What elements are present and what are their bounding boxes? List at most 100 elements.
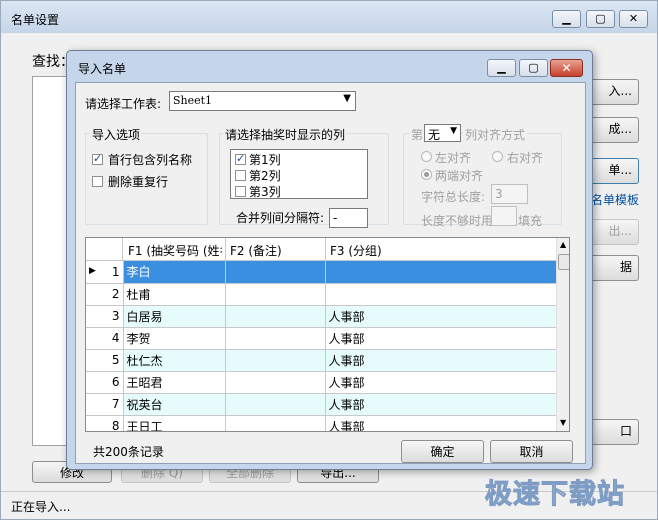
header-checkbox[interactable]	[92, 152, 103, 165]
note-cell[interactable]	[225, 393, 326, 416]
ok-button-label: 确定	[430, 445, 455, 459]
separator-label: 合并列间分隔符:	[236, 211, 325, 225]
import-button-label: 入...	[608, 84, 632, 98]
align-column-select[interactable]: 无 ▼	[424, 124, 461, 142]
group-cell[interactable]: 人事部	[325, 415, 557, 431]
grid-body: 1 ▶ 李白 2 杜甫 3 白居易 人事部 4 李贺 人事部 5 杜仁杰 人事部 6 王昭君 人事部 7 祝英台 人事…	[86, 261, 557, 431]
minimize-button[interactable]: ▁	[552, 10, 581, 28]
pad-char-input[interactable]	[491, 206, 517, 226]
name-cell[interactable]: 王昭君	[123, 371, 226, 394]
row-number-cell[interactable]: 5	[86, 349, 124, 372]
dedupe-checkbox[interactable]	[92, 176, 103, 187]
data-grid[interactable]: F1 (抽奖号码 (姓名) F2 (备注) F3 (分组) 1▶李白2杜甫3白居…	[85, 237, 570, 432]
columns-legend: 请选择抽奖时显示的列	[223, 126, 348, 143]
row-number-cell[interactable]: 7	[86, 393, 124, 416]
import-button[interactable]: 入...	[587, 79, 639, 105]
table-row[interactable]: 4 李贺 人事部	[86, 327, 557, 350]
exit-button[interactable]: 口	[587, 419, 639, 445]
generate-button-label: 成...	[608, 122, 632, 136]
name-cell[interactable]: 杜仁杰	[123, 349, 226, 372]
column-2-checkbox[interactable]	[235, 170, 246, 181]
table-row[interactable]: 6 王昭君 人事部	[86, 371, 557, 394]
scroll-up-icon[interactable]: ▲	[560, 240, 566, 249]
columns-list[interactable]: 第1列 第2列 第3列	[230, 149, 368, 199]
table-row[interactable]: 7 祝英台 人事部	[86, 393, 557, 416]
worksheet-value: Sheet1	[173, 94, 213, 107]
note-cell[interactable]	[225, 283, 326, 306]
note-cell[interactable]	[225, 371, 326, 394]
name-cell[interactable]: 白居易	[123, 305, 226, 328]
row-number-cell[interactable]: 4	[86, 327, 124, 350]
dialog-maximize-button[interactable]: ▢	[519, 59, 548, 77]
group-cell[interactable]: 人事部	[325, 371, 557, 394]
name-list-button-label: 单...	[608, 163, 632, 177]
dialog-minimize-button[interactable]: ▁	[487, 59, 516, 77]
scroll-down-icon[interactable]: ▼	[560, 418, 566, 427]
name-template-link[interactable]: 名单模板	[591, 191, 639, 208]
note-cell[interactable]	[225, 261, 326, 284]
header-divider-2	[325, 238, 326, 261]
export-right-button[interactable]: 出...	[587, 219, 639, 245]
name-cell[interactable]: 祝英台	[123, 393, 226, 416]
separator-input[interactable]: -	[329, 208, 368, 228]
table-row[interactable]: 8 王日工 人事部	[86, 415, 557, 431]
name-cell[interactable]: 杜甫	[123, 283, 226, 306]
row-number-cell[interactable]: 1 ▶	[86, 261, 124, 284]
generate-button[interactable]: 成...	[587, 117, 639, 143]
name-cell[interactable]: 李白	[123, 261, 226, 284]
both-align-label: 两端对齐	[435, 169, 484, 183]
import-options-legend: 导入选项	[90, 126, 143, 143]
group-cell[interactable]: 人事部	[325, 327, 557, 350]
separator-value: -	[333, 211, 338, 225]
pad-label-2: 填充	[518, 214, 543, 228]
row-number-cell[interactable]: 8	[86, 415, 124, 431]
note-cell[interactable]	[225, 349, 326, 372]
vertical-scrollbar[interactable]: ▲ ▼	[556, 238, 569, 431]
ok-button[interactable]: 确定	[401, 440, 484, 463]
chevron-down-icon: ▼	[343, 93, 351, 104]
row-number-cell[interactable]: 3	[86, 305, 124, 328]
dialog-close-button[interactable]: ✕	[550, 59, 583, 77]
header-f2[interactable]: F2 (备注)	[230, 242, 282, 259]
cancel-button[interactable]: 取消	[490, 440, 573, 463]
row-number-cell[interactable]: 6	[86, 371, 124, 394]
worksheet-select[interactable]: Sheet1 ▼	[169, 91, 356, 111]
align-prefix: 第	[409, 126, 426, 143]
grid-corner	[86, 238, 123, 261]
table-row[interactable]: 5 杜仁杰 人事部	[86, 349, 557, 372]
record-count: 共200条记录	[93, 445, 164, 459]
current-row-arrow-icon: ▶	[89, 266, 96, 276]
group-cell[interactable]	[325, 261, 557, 284]
close-button[interactable]: ✕	[619, 10, 648, 28]
table-row[interactable]: 1 ▶ 李白	[86, 261, 557, 284]
status-text: 正在导入...	[11, 500, 71, 514]
pad-label-1: 长度不够时用	[421, 214, 494, 228]
name-list-button[interactable]: 单...	[587, 158, 639, 184]
column-1-label: 第1列	[249, 153, 281, 167]
chevron-down-icon: ▼	[450, 126, 457, 136]
group-cell[interactable]: 人事部	[325, 349, 557, 372]
header-f3[interactable]: F3 (分组)	[330, 242, 382, 259]
group-cell[interactable]: 人事部	[325, 305, 557, 328]
group-cell[interactable]: 人事部	[325, 393, 557, 416]
scroll-thumb[interactable]	[558, 254, 569, 270]
table-row[interactable]: 2 杜甫	[86, 283, 557, 306]
note-cell[interactable]	[225, 327, 326, 350]
note-cell[interactable]	[225, 305, 326, 328]
right-align-radio[interactable]	[492, 151, 503, 162]
column-1-checkbox[interactable]	[235, 152, 246, 165]
group-cell[interactable]	[325, 283, 557, 306]
total-length-input[interactable]: 3	[491, 184, 528, 204]
row-number-cell[interactable]: 2	[86, 283, 124, 306]
left-align-radio[interactable]	[421, 151, 432, 162]
both-align-radio[interactable]	[421, 169, 432, 180]
note-cell[interactable]	[225, 415, 326, 431]
maximize-button[interactable]: ▢	[586, 10, 615, 28]
table-row[interactable]: 3 白居易 人事部	[86, 305, 557, 328]
watermark-logo: 极速下载站	[485, 479, 625, 511]
column-3-checkbox[interactable]	[235, 186, 246, 197]
data-button[interactable]: 据	[587, 255, 639, 281]
header-f1[interactable]: F1 (抽奖号码 (姓名)	[128, 242, 222, 259]
name-cell[interactable]: 李贺	[123, 327, 226, 350]
name-cell[interactable]: 王日工	[123, 415, 226, 431]
